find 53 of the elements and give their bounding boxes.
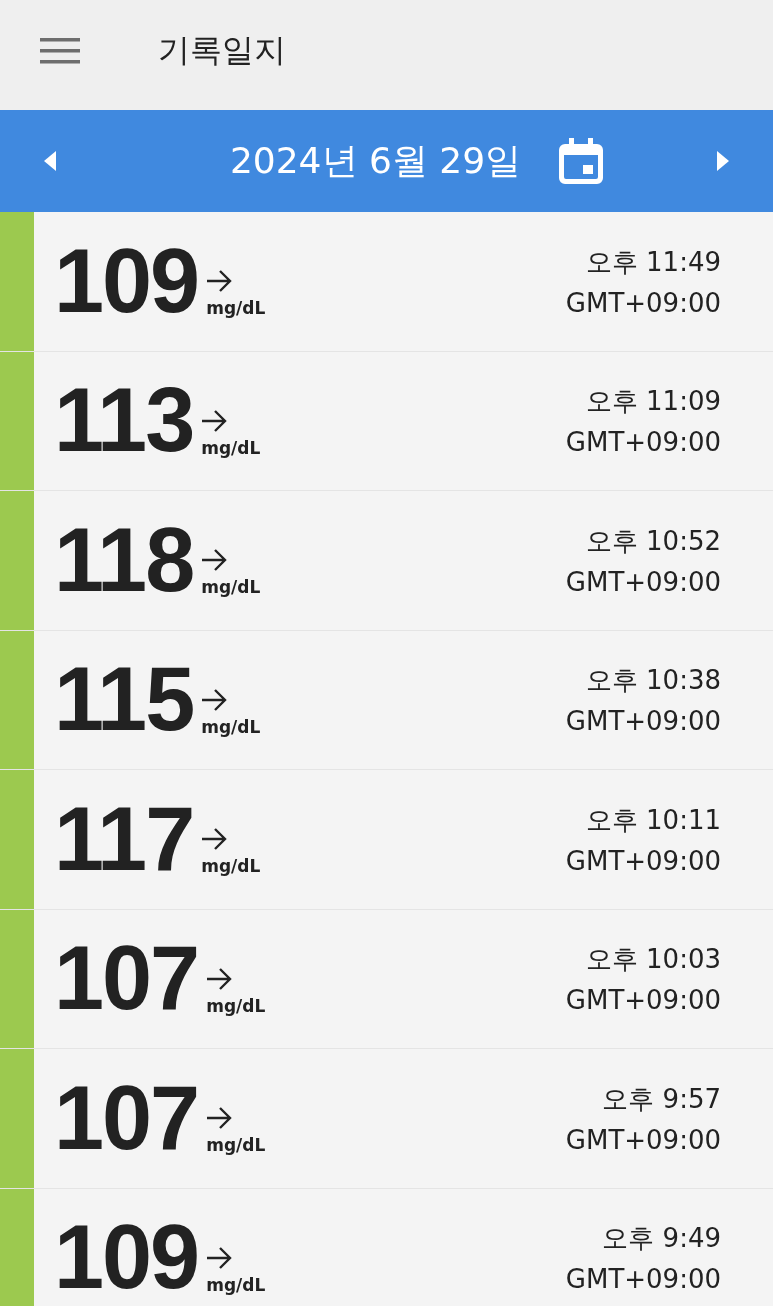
date-label: 2024년 6월 29일 — [229, 138, 522, 183]
glucose-value: 109 — [54, 1206, 199, 1306]
glucose-value: 118 — [54, 508, 194, 612]
glucose-value: 107 — [54, 1066, 199, 1170]
unit-label: mg/dL — [206, 298, 266, 319]
reading-row[interactable]: 107 mg/dL 오후 9:57 GMT+09:00 — [0, 1049, 773, 1189]
unit-label: mg/dL — [206, 1274, 266, 1295]
reading-row[interactable]: 117 mg/dL 오후 10:11 GMT+09:00 — [0, 770, 773, 910]
reading-row[interactable]: 109 mg/dL 오후 11:49 GMT+09:00 — [0, 212, 773, 352]
timezone-label: GMT+09:00 — [565, 427, 721, 458]
previous-icon[interactable] — [44, 151, 56, 171]
arrow-right-icon — [206, 270, 233, 293]
glucose-value: 113 — [54, 369, 194, 473]
menu-icon[interactable] — [40, 37, 80, 65]
time-label: 오후 10:03 — [585, 943, 721, 977]
timezone-label: GMT+09:00 — [565, 287, 721, 318]
time-label: 오후 11:09 — [585, 385, 721, 419]
glucose-value: 115 — [54, 648, 194, 752]
unit-label: mg/dL — [201, 856, 261, 877]
unit-label: mg/dL — [201, 716, 261, 737]
arrow-right-icon — [201, 688, 228, 711]
glucose-value: 117 — [54, 787, 194, 891]
time-label: 오후 10:11 — [585, 803, 721, 837]
reading-row[interactable]: 107 mg/dL 오후 10:03 GMT+09:00 — [0, 909, 773, 1049]
glucose-value: 107 — [54, 927, 199, 1031]
arrow-right-icon — [206, 1246, 233, 1269]
arrow-right-icon — [201, 409, 228, 432]
next-icon[interactable] — [717, 151, 729, 171]
reading-row[interactable]: 113 mg/dL 오후 11:09 GMT+09:00 — [0, 351, 773, 491]
unit-label: mg/dL — [201, 437, 261, 458]
time-label: 오후 9:57 — [602, 1082, 721, 1116]
app-title: 기록일지 — [158, 30, 286, 71]
timezone-label: GMT+09:00 — [565, 985, 721, 1016]
unit-label: mg/dL — [206, 995, 266, 1016]
arrow-right-icon — [201, 549, 228, 572]
arrow-right-icon — [206, 1107, 233, 1130]
arrow-right-icon — [201, 828, 228, 851]
time-label: 오후 10:38 — [585, 664, 721, 698]
time-label: 오후 11:49 — [585, 245, 721, 279]
arrow-right-icon — [206, 967, 233, 990]
unit-label: mg/dL — [201, 577, 261, 598]
glucose-value: 109 — [54, 229, 199, 333]
timezone-label: GMT+09:00 — [565, 1264, 721, 1295]
unit-label: mg/dL — [206, 1135, 266, 1156]
reading-row[interactable]: 115 mg/dL 오후 10:38 GMT+09:00 — [0, 630, 773, 770]
timezone-label: GMT+09:00 — [565, 706, 721, 737]
timezone-label: GMT+09:00 — [565, 845, 721, 876]
calendar-icon[interactable] — [559, 138, 604, 184]
timezone-label: GMT+09:00 — [565, 566, 721, 597]
timezone-label: GMT+09:00 — [565, 1124, 721, 1155]
time-label: 오후 10:52 — [585, 524, 721, 558]
time-label: 오후 9:49 — [602, 1222, 721, 1256]
reading-row[interactable]: 118 mg/dL 오후 10:52 GMT+09:00 — [0, 491, 773, 631]
